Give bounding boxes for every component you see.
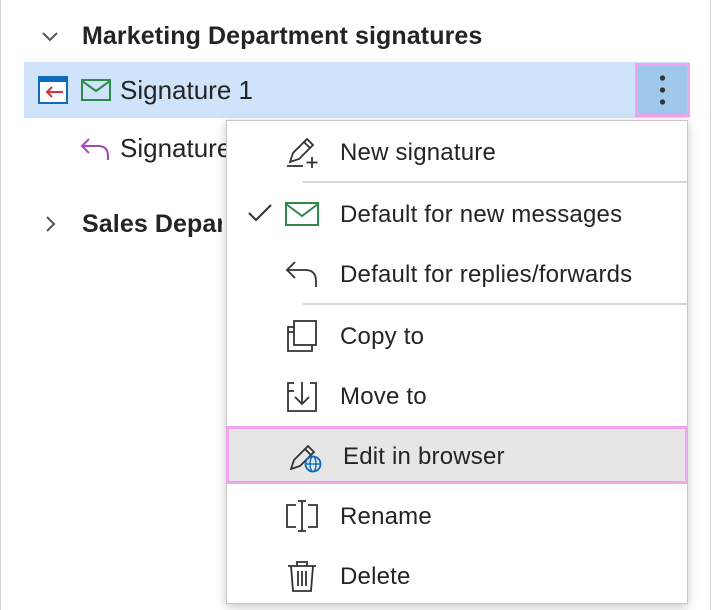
signature-row[interactable]: Signature 2 — [24, 122, 244, 178]
mail-icon — [81, 79, 111, 101]
menu-item-label: Default for new messages — [340, 201, 623, 228]
move-to-icon — [287, 382, 317, 412]
menu-item-label: Move to — [340, 383, 427, 410]
group-sales[interactable]: Sales Departme — [2, 202, 222, 246]
copy-to-icon — [287, 320, 317, 352]
group-label: Marketing Department signatures — [82, 21, 483, 50]
menu-item-label: Rename — [340, 503, 432, 530]
reply-icon — [80, 138, 109, 160]
more-vertical-icon — [659, 75, 666, 105]
signature-row-selected[interactable]: Signature 1 — [24, 62, 690, 118]
menu-item-label: New signature — [340, 139, 497, 166]
pen-add-icon — [287, 137, 318, 168]
menu-item-move-to[interactable]: Move to — [227, 366, 687, 424]
checkmark-icon — [248, 204, 272, 222]
menu-item-label: Copy to — [340, 323, 425, 350]
menu-item-new-signature[interactable]: New signature — [227, 122, 687, 180]
menu-item-delete[interactable]: Delete — [227, 546, 687, 604]
mail-icon — [285, 202, 319, 226]
menu-item-edit-in-browser[interactable]: Edit in browser — [226, 426, 688, 484]
menu-item-default-new[interactable]: Default for new messages — [227, 184, 687, 242]
trash-icon — [288, 561, 316, 592]
menu-item-label: Default for replies/forwards — [340, 261, 633, 288]
menu-item-label: Edit in browser — [343, 443, 505, 470]
edit-globe-icon — [289, 444, 322, 473]
reply-icon — [285, 261, 317, 287]
rename-icon — [286, 500, 318, 532]
more-options-button[interactable] — [635, 63, 690, 117]
group-marketing[interactable]: Marketing Department signatures — [2, 14, 702, 58]
chevron-right-icon[interactable] — [40, 214, 60, 234]
menu-item-rename[interactable]: Rename — [227, 486, 687, 544]
signature-context-menu: New signature Default for new messages D… — [226, 120, 688, 604]
group-label: Sales Departme — [82, 209, 222, 238]
menu-item-default-replies[interactable]: Default for replies/forwards — [227, 244, 687, 302]
signature-label: Signature 1 — [120, 75, 253, 105]
menu-item-label: Delete — [340, 563, 411, 590]
menu-item-copy-to[interactable]: Copy to — [227, 306, 687, 364]
chevron-down-icon[interactable] — [40, 26, 60, 46]
signature-template-icon — [38, 76, 68, 104]
menu-divider — [303, 181, 687, 183]
menu-divider — [303, 303, 687, 305]
